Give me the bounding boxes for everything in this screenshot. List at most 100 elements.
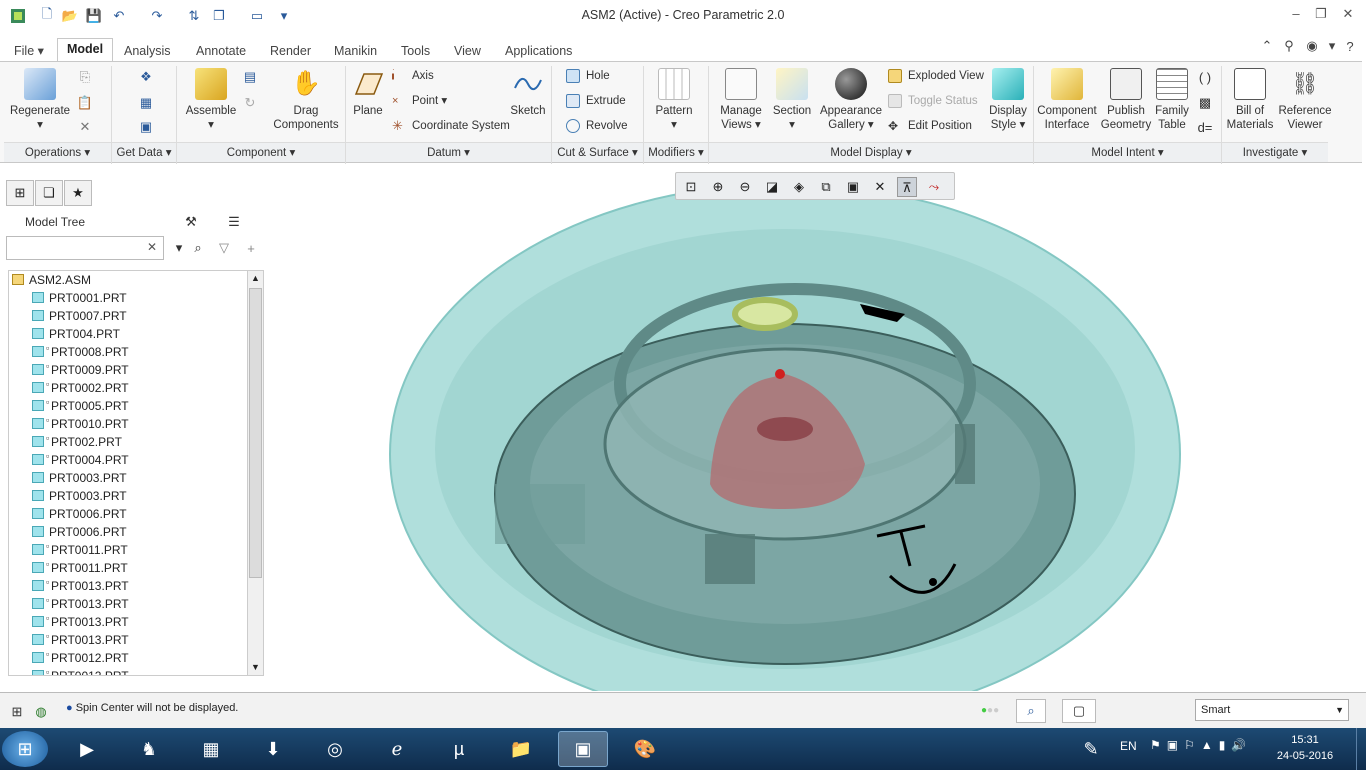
clear-search-icon[interactable]: ✕ bbox=[147, 240, 157, 254]
refit-icon[interactable]: ⊡ bbox=[681, 177, 701, 197]
copy-icon[interactable]: ⎘ bbox=[76, 68, 94, 86]
group-model-intent[interactable]: Model Intent ▾ bbox=[1034, 142, 1221, 162]
tree-item[interactable]: PRT0003.PRT bbox=[9, 469, 247, 487]
sketch-button[interactable]: Sketch bbox=[506, 68, 550, 118]
view-manager-icon[interactable]: ▣ bbox=[843, 177, 863, 197]
tree-item[interactable]: ▫ PRT0013.PRT bbox=[9, 613, 247, 631]
tree-item[interactable]: ▫ PRT0011.PRT bbox=[9, 541, 247, 559]
scroll-thumb[interactable] bbox=[249, 288, 262, 578]
group-cut-surface[interactable]: Cut & Surface ▾ bbox=[552, 142, 643, 162]
tab-file[interactable]: File ▾ bbox=[4, 40, 54, 62]
coordinate-system-button[interactable]: ✳ Coordinate System bbox=[392, 117, 510, 135]
point-button[interactable]: × Point ▾ bbox=[392, 92, 447, 110]
tree-item[interactable]: ▫ PRT0005.PRT bbox=[9, 397, 247, 415]
assemble-button[interactable]: Assemble ▾ bbox=[180, 68, 242, 132]
tree-item[interactable]: ▫ PRT0009.PRT bbox=[9, 361, 247, 379]
create-component-icon[interactable]: ▤ bbox=[241, 68, 259, 86]
close-button[interactable]: ✕ bbox=[1338, 6, 1358, 26]
search-icon[interactable]: ⚲ bbox=[1280, 37, 1298, 55]
internet-explorer-icon[interactable]: ℯ bbox=[372, 731, 422, 767]
model-tree-tab-icon[interactable]: ⊞ bbox=[6, 180, 34, 206]
zoom-in-icon[interactable]: ⊕ bbox=[708, 177, 728, 197]
revolve-button[interactable]: Revolve bbox=[566, 117, 628, 135]
hole-button[interactable]: Hole bbox=[566, 67, 610, 85]
tree-item[interactable]: PRT0003.PRT bbox=[9, 487, 247, 505]
add-column-icon[interactable]: + bbox=[242, 239, 260, 257]
bill-of-materials-button[interactable]: Bill of Materials bbox=[1226, 68, 1274, 132]
graphics-window[interactable] bbox=[265, 164, 1366, 691]
language-indicator[interactable]: EN bbox=[1120, 739, 1137, 753]
group-investigate[interactable]: Investigate ▾ bbox=[1222, 142, 1328, 162]
tree-item[interactable]: ▫ PRT0013.PRT bbox=[9, 631, 247, 649]
group-operations[interactable]: Operations ▾ bbox=[4, 142, 111, 162]
tree-item[interactable]: PRT004.PRT bbox=[9, 325, 247, 343]
tab-manikin[interactable]: Manikin bbox=[324, 40, 387, 62]
tree-settings-icon[interactable]: ⚒ bbox=[182, 213, 200, 231]
search-input[interactable]: ✕ bbox=[6, 236, 164, 260]
toggle-browser-icon[interactable]: ◍ bbox=[32, 703, 50, 721]
tree-item[interactable]: PRT0006.PRT bbox=[9, 505, 247, 523]
creo-taskbar-icon[interactable]: ▣ bbox=[558, 731, 608, 767]
tree-item[interactable]: PRT0007.PRT bbox=[9, 307, 247, 325]
help-icon[interactable]: ? bbox=[1341, 37, 1359, 55]
tab-tools[interactable]: Tools bbox=[391, 40, 440, 62]
appearance-gallery-button[interactable]: Appearance Gallery ▾ bbox=[818, 68, 884, 132]
selection-icon[interactable]: ▢ bbox=[1062, 699, 1096, 723]
relations-icon[interactable]: ( ) bbox=[1196, 68, 1214, 86]
tree-item[interactable]: ▫ PRT0013.PRT bbox=[9, 595, 247, 613]
group-modifiers[interactable]: Modifiers ▾ bbox=[644, 142, 708, 162]
minimize-button[interactable]: – bbox=[1286, 6, 1306, 26]
web-icon[interactable]: ◉ bbox=[1303, 37, 1321, 55]
tree-item[interactable]: ▫ PRT002.PRT bbox=[9, 433, 247, 451]
tree-item[interactable]: ▫ PRT0012.PRT bbox=[9, 649, 247, 667]
group-component[interactable]: Component ▾ bbox=[177, 142, 345, 162]
shrinkwrap-icon[interactable]: ▣ bbox=[137, 118, 155, 136]
zoom-out-icon[interactable]: ⊖ bbox=[735, 177, 755, 197]
datum-display-icon[interactable]: ✕ bbox=[870, 177, 890, 197]
repeat-icon[interactable]: ↻ bbox=[241, 94, 259, 112]
paste-icon[interactable]: 📋 bbox=[76, 94, 94, 112]
parameters-icon[interactable]: ▩ bbox=[1196, 94, 1214, 112]
extrude-button[interactable]: Extrude bbox=[566, 92, 626, 110]
publish-geometry-button[interactable]: Publish Geometry bbox=[1100, 68, 1152, 132]
paint-icon[interactable]: 🎨 bbox=[620, 731, 670, 767]
dropdown-icon[interactable]: ▾ bbox=[1323, 37, 1341, 55]
toggle-navigator-icon[interactable]: ⊞ bbox=[8, 703, 26, 721]
pattern-button[interactable]: Pattern ▾ bbox=[650, 68, 698, 132]
component-interface-button[interactable]: Component Interface bbox=[1036, 68, 1098, 132]
find-tool-icon[interactable]: ⌕ bbox=[1016, 699, 1046, 723]
group-model-display[interactable]: Model Display ▾ bbox=[709, 142, 1033, 162]
tree-item[interactable]: ▫ PRT0012.PRT bbox=[9, 667, 247, 675]
reference-viewer-button[interactable]: ⛓ Reference Viewer bbox=[1276, 68, 1334, 132]
find-icon[interactable]: ⌕ bbox=[189, 239, 207, 257]
show-desktop-button[interactable] bbox=[1356, 728, 1366, 770]
regenerate-button[interactable]: Regenerate ▾ bbox=[8, 68, 72, 132]
minecraft-icon[interactable]: ▦ bbox=[186, 731, 236, 767]
tree-item[interactable]: ▫ PRT0004.PRT bbox=[9, 451, 247, 469]
clock[interactable]: 15:31 24-05-2016 bbox=[1270, 732, 1340, 764]
media-player-icon[interactable]: ▶ bbox=[62, 731, 112, 767]
system-tray-icons[interactable]: ⚑▣⚐▲▮🔊 bbox=[1150, 738, 1252, 752]
filter-icon[interactable]: ▽ bbox=[215, 239, 233, 257]
spin-center-icon[interactable]: ⊼ bbox=[897, 177, 917, 197]
repaint-icon[interactable]: ◪ bbox=[762, 177, 782, 197]
show-menu-icon[interactable]: ☰ bbox=[225, 213, 243, 231]
switch-dimensions-icon[interactable]: d= bbox=[1196, 118, 1214, 136]
tree-item[interactable]: PRT0006.PRT bbox=[9, 523, 247, 541]
saved-orientations-icon[interactable]: ⧉ bbox=[816, 177, 836, 197]
tree-item[interactable]: ▫ PRT0010.PRT bbox=[9, 415, 247, 433]
display-style-view-icon[interactable]: ◈ bbox=[789, 177, 809, 197]
tree-item[interactable]: ▫ PRT0013.PRT bbox=[9, 577, 247, 595]
download-manager-icon[interactable]: ⬇ bbox=[248, 731, 298, 767]
folder-browser-tab-icon[interactable]: ❏ bbox=[35, 180, 63, 206]
display-style-button[interactable]: Display Style ▾ bbox=[986, 68, 1030, 132]
delete-icon[interactable]: ✕ bbox=[76, 118, 94, 136]
tab-view[interactable]: View bbox=[444, 40, 491, 62]
exploded-view-button[interactable]: Exploded View bbox=[888, 67, 984, 85]
toggle-status-button[interactable]: Toggle Status bbox=[888, 92, 978, 110]
pen-tablet-icon[interactable]: ✎ bbox=[1074, 731, 1108, 767]
edit-position-button[interactable]: ✥ Edit Position bbox=[888, 117, 972, 135]
file-explorer-icon[interactable]: 📁 bbox=[496, 731, 546, 767]
search-dropdown-icon[interactable]: ▾ bbox=[170, 239, 188, 257]
favorites-tab-icon[interactable]: ★ bbox=[64, 180, 92, 206]
